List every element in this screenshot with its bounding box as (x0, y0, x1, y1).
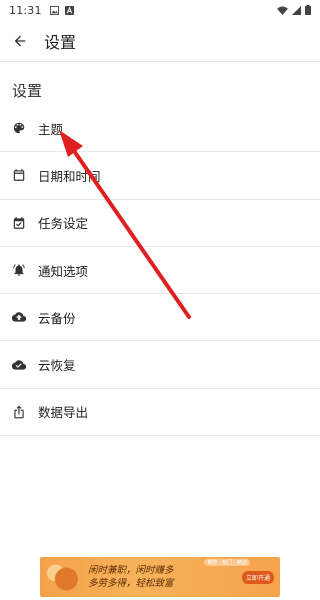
ad-badge: 推荐 · 热门 · 精选 (204, 559, 250, 566)
cloud-upload-icon (12, 310, 26, 324)
palette-icon (12, 121, 26, 135)
settings-item-task-settings[interactable]: 任务设定 (0, 200, 320, 247)
back-button[interactable] (0, 21, 40, 61)
settings-list: 主题 日期和时间 任务设定 通知选项 云备份 云恢复 数据导出 (0, 105, 320, 437)
calendar-icon (12, 168, 26, 182)
app-bar: 设置 (0, 20, 320, 62)
share-icon (12, 405, 26, 419)
status-time: 11:31 (9, 3, 42, 17)
ad-cta-button[interactable]: 立即开通 (241, 571, 274, 584)
settings-item-cloud-backup[interactable]: 云备份 (0, 294, 320, 342)
settings-item-label: 任务设定 (38, 216, 89, 232)
settings-item-label: 云恢复 (38, 358, 76, 374)
gallery-icon (49, 5, 59, 15)
settings-item-cloud-restore[interactable]: 云恢复 (0, 341, 320, 389)
status-notification-icons (49, 5, 74, 15)
ad-banner[interactable]: 闲时兼职，闲时赚多 多劳多得，轻松致富 推荐 · 热门 · 精选 立即开通 (40, 557, 280, 597)
settings-item-label: 日期和时间 (38, 168, 101, 184)
settings-item-theme[interactable]: 主题 (0, 105, 320, 153)
arrow-back-icon (14, 35, 26, 46)
font-a-icon (64, 5, 74, 15)
wifi-icon (277, 5, 288, 15)
settings-item-data-export[interactable]: 数据导出 (0, 389, 320, 437)
settings-item-label: 云备份 (38, 310, 76, 326)
status-bar: 11:31 (0, 0, 320, 20)
calendar-check-icon (12, 216, 26, 230)
settings-item-label: 主题 (38, 121, 64, 137)
battery-icon (305, 5, 311, 15)
cloud-done-icon (12, 358, 26, 372)
bell-icon (12, 263, 26, 277)
page-title: 设置 (44, 32, 77, 52)
settings-item-date-time[interactable]: 日期和时间 (0, 152, 320, 200)
status-system-icons (277, 5, 311, 15)
section-title: 设置 (12, 82, 43, 100)
settings-item-label: 数据导出 (38, 405, 89, 421)
signal-icon (292, 5, 301, 15)
ad-illustration (40, 557, 84, 597)
settings-item-label: 通知选项 (38, 263, 89, 279)
settings-item-notification-options[interactable]: 通知选项 (0, 247, 320, 295)
